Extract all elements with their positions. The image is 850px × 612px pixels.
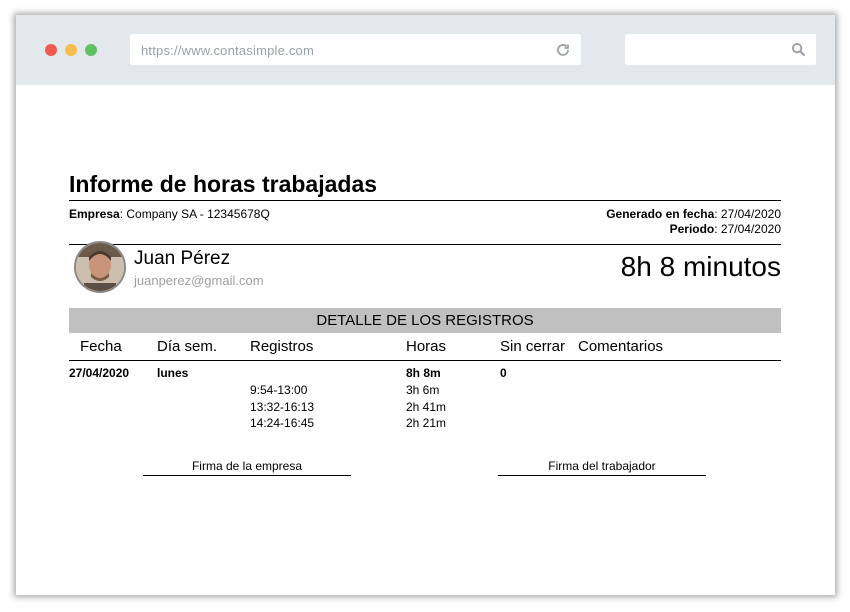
search-icon[interactable] [791,42,806,57]
column-header-dia: Día sem. [157,338,218,355]
period-label: Periodo [669,222,715,236]
generated-info: Generado en fecha: 27/04/2020 [606,207,781,221]
horas-entry: 2h 21m [406,416,447,430]
company-signature-line: Firma de la empresa [143,459,351,476]
period-info: Periodo: 27/04/2020 [670,222,781,236]
section-header: DETALLE DE LOS REGISTROS [69,308,781,333]
close-window-button[interactable] [45,44,57,56]
address-bar[interactable]: https://www.contasimple.com [130,34,581,65]
browser-window: https://www.contasimple.com Informe de h… [16,15,835,595]
column-header-sin-cerrar: Sin cerrar [500,338,566,355]
horas-entry: 3h 6m [406,383,440,397]
search-bar[interactable] [625,34,816,65]
generated-label: Generado en fecha [606,207,715,221]
divider [69,360,781,361]
column-header-fecha: Fecha [80,338,122,355]
report-title: Informe de horas trabajadas [69,171,378,197]
browser-toolbar: https://www.contasimple.com [16,15,835,85]
minimize-window-button[interactable] [65,44,77,56]
address-bar-url: https://www.contasimple.com [141,43,315,58]
column-header-horas: Horas [406,338,447,355]
registro-entry: 13:32-16:13 [250,400,315,414]
column-header-registros: Registros [250,338,314,355]
horas-entry: 2h 41m [406,400,447,414]
company-info: Empresa: Company SA - 12345678Q [69,207,270,221]
company-value: : Company SA - 12345678Q [119,207,270,221]
total-hours: 8h 8 minutos [620,251,781,282]
row-fecha: 27/04/2020 [69,366,130,380]
maximize-window-button[interactable] [85,44,97,56]
employee-name: Juan Pérez [134,248,231,269]
period-value: : 27/04/2020 [714,222,781,236]
row-total-horas: 8h 8m [406,366,441,380]
generated-value: : 27/04/2020 [714,207,781,221]
avatar [74,241,126,293]
column-header-comentarios: Comentarios [578,338,664,355]
registro-entry: 14:24-16:45 [250,416,315,430]
divider [69,200,781,201]
registro-entry: 9:54-13:00 [250,383,308,397]
row-sin-cerrar: 0 [500,366,507,380]
divider [69,244,781,245]
company-label: Empresa [69,207,120,221]
reload-icon[interactable] [555,42,571,58]
report-page: Informe de horas trabajadas Empresa: Com… [16,85,835,595]
worker-signature-line: Firma del trabajador [498,459,706,476]
employee-email: juanperez@gmail.com [134,273,264,288]
row-dia: lunes [157,366,189,380]
user-photo-icon [76,243,124,291]
